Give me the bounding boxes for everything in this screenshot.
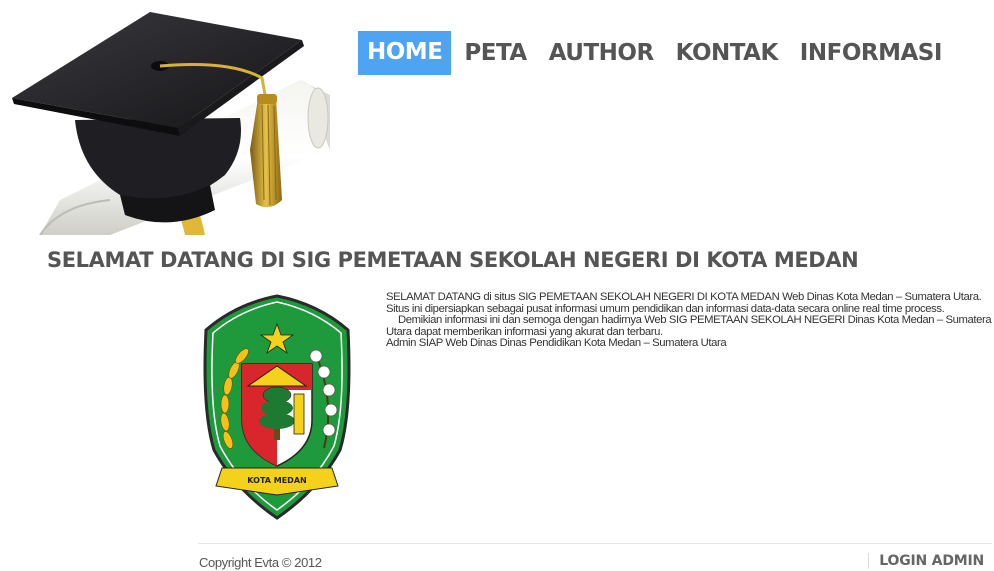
intro-text: SELAMAT DATANG di situs SIG PEMETAAN SEK… [386,291,992,350]
nav-item-kontak[interactable]: KONTAK [667,32,787,75]
intro-paragraph-3: Admin SIAP Web Dinas Dinas Pendidikan Ko… [386,337,727,350]
nav-item-peta[interactable]: PETA [455,32,535,75]
login-admin-link[interactable]: LOGIN ADMIN [868,553,984,569]
main-nav: HOME PETA AUTHOR KONTAK INFORMASI [358,30,955,76]
footer-divider [198,543,992,544]
intro-paragraph-1: SELAMAT DATANG di situs SIG PEMETAAN SEK… [386,291,982,315]
intro-paragraph-2: Demikian informasi ini dan semoga dengan… [386,314,992,338]
kota-medan-emblem: KOTA MEDAN [198,290,356,522]
hero-graduation-image [0,0,330,235]
graduation-cap-icon [12,12,330,235]
emblem-ribbon-text: KOTA MEDAN [247,476,306,485]
nav-item-home[interactable]: HOME [358,31,452,75]
nav-item-author[interactable]: AUTHOR [540,32,663,75]
copyright-text: Copyright Evta © 2012 [199,555,322,570]
nav-item-informasi[interactable]: INFORMASI [791,32,951,75]
page-title: SELAMAT DATANG DI SIG PEMETAAN SEKOLAH N… [47,248,859,272]
coat-of-arms-icon: KOTA MEDAN [203,294,351,520]
